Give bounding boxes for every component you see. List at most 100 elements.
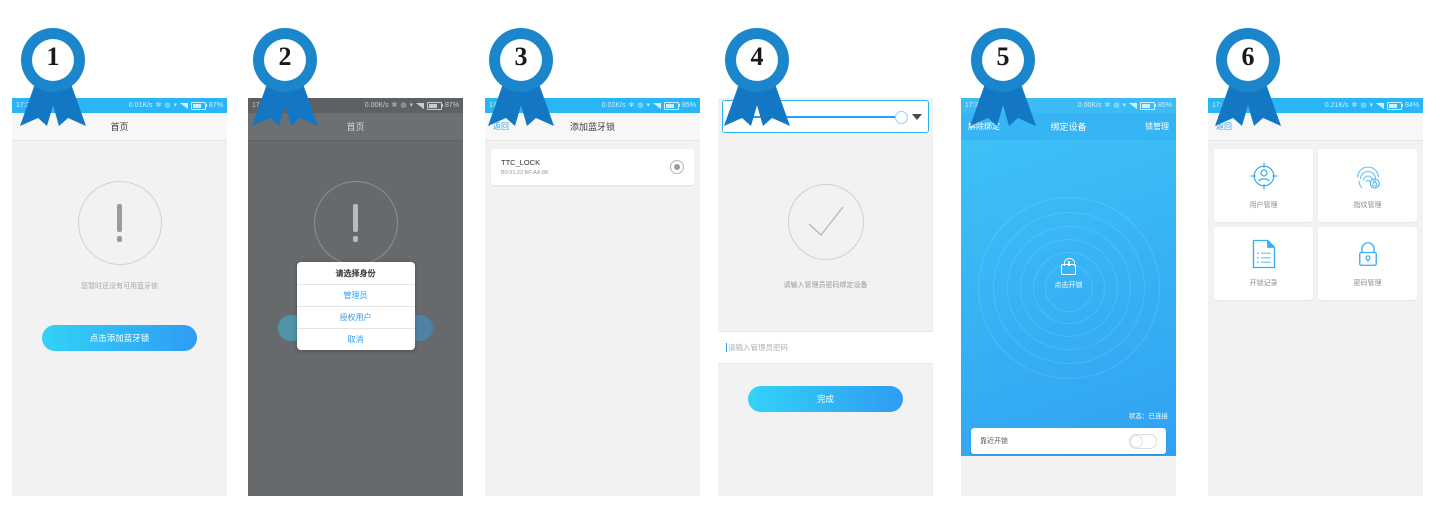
alarm-icon: ◍ — [164, 102, 171, 109]
admin-password-field[interactable]: 请输入管理员密码 — [718, 332, 933, 364]
status-netspeed: 0.01K/s — [128, 102, 153, 109]
bottom-spacer — [961, 456, 1176, 496]
badge-number: 4 — [750, 42, 764, 71]
status-battery-pct: 85% — [681, 102, 696, 109]
step-badge-4: 4 — [718, 26, 796, 126]
exclamation-icon — [313, 181, 398, 265]
step-badge-1: 1 — [14, 26, 92, 126]
tile-label: 用户管理 — [1249, 202, 1278, 209]
device-info: TTC_LOCK B0:91:22:BF:AA:88 — [501, 158, 670, 176]
step-badge-6: 6 — [1209, 26, 1287, 126]
lock-management-button[interactable]: 锁管理 — [1145, 121, 1169, 132]
phone-screen-6: 17:4 0.21K/s ✻ ◍ ▾ 84% 返回 用户管理 指纹管理 开锁记录… — [1208, 98, 1423, 496]
home-body-1: 您暂时还没有可用蓝牙锁 点击添加蓝牙锁 — [12, 141, 227, 496]
tile-user-management[interactable]: 用户管理 — [1214, 149, 1313, 222]
status-battery-pct: 84% — [1404, 102, 1419, 109]
identity-action-sheet: 请选择身份 管理员 授权用户 取消 — [296, 262, 415, 350]
text-caret — [726, 343, 727, 352]
document-list-icon — [1250, 239, 1278, 269]
step-badge-2: 2 — [246, 26, 324, 126]
action-sheet-title: 请选择身份 — [296, 262, 415, 285]
bind-instruction-text: 请输入管理员密码绑定设备 — [783, 282, 868, 289]
wifi-icon: ▾ — [646, 102, 650, 109]
padlock-key-icon — [1354, 239, 1382, 269]
screenshot-stage: 17:2 0.01K/s ✻ ◍ ▾ 87% 首页 您暂时还没有可用蓝牙锁 点击… — [0, 0, 1440, 519]
phone-screen-3: 17:3 0.02K/s ✻ ◍ ▾ 85% 返回 添加蓝牙锁 TTC_LOCK… — [485, 98, 700, 496]
tile-label: 密码管理 — [1353, 280, 1382, 287]
status-netspeed: 0.00K/s — [1077, 102, 1102, 109]
battery-icon — [426, 101, 443, 110]
signal-icon — [179, 102, 188, 109]
battery-icon — [663, 101, 680, 110]
signal-icon — [415, 102, 424, 109]
action-sheet-option-admin[interactable]: 管理员 — [296, 285, 415, 307]
alarm-icon: ◍ — [400, 102, 407, 109]
empty-state-text: 您暂时还没有可用蓝牙锁 — [81, 283, 158, 290]
step-badge-5: 5 — [964, 26, 1042, 126]
lock-management-grid: 用户管理 指纹管理 开锁记录 密码管理 — [1208, 141, 1423, 308]
phone-screen-5: 17:3 0.00K/s ✻ ◍ ▾ 85% 解除绑定 绑定设备 锁管理 点击开… — [961, 98, 1176, 496]
status-netspeed: 0.02K/s — [601, 102, 626, 109]
add-bluetooth-lock-button[interactable]: 点击添加蓝牙锁 — [42, 325, 197, 351]
bind-footer: 完成 — [718, 364, 933, 496]
status-battery-pct: 85% — [1157, 102, 1172, 109]
wifi-icon: ▾ — [409, 102, 413, 109]
user-target-icon — [1249, 161, 1279, 191]
status-right-group: 0.02K/s ✻ ◍ ▾ 85% — [602, 98, 696, 113]
alarm-icon: ◍ — [637, 102, 644, 109]
list-item[interactable]: TTC_LOCK B0:91:22:BF:AA:88 — [491, 149, 694, 185]
alarm-icon: ◍ — [1360, 102, 1367, 109]
status-battery-pct: 87% — [208, 102, 223, 109]
near-unlock-label: 靠近开锁 — [980, 438, 1008, 445]
tile-unlock-records[interactable]: 开锁记录 — [1214, 227, 1313, 300]
checkmark-icon — [787, 184, 864, 260]
near-unlock-row[interactable]: 靠近开锁 — [971, 428, 1166, 454]
status-right-group: 0.01K/s ✻ ◍ ▾ 87% — [129, 98, 223, 113]
device-list: TTC_LOCK B0:91:22:BF:AA:88 — [485, 141, 700, 193]
device-mac-address: B0:91:22:BF:AA:88 — [501, 170, 549, 176]
unlock-button[interactable]: 点击开锁 — [961, 258, 1176, 290]
done-button[interactable]: 完成 — [748, 386, 903, 412]
exclamation-icon — [77, 181, 162, 265]
fingerprint-icon — [1353, 161, 1383, 191]
phone-screen-1: 17:2 0.01K/s ✻ ◍ ▾ 87% 首页 您暂时还没有可用蓝牙锁 点击… — [12, 98, 227, 496]
bluetooth-icon: ✻ — [155, 102, 162, 109]
battery-icon — [1386, 101, 1403, 110]
near-unlock-toggle[interactable] — [1129, 433, 1157, 449]
unlock-body: 点击开锁 状态：已连接 靠近开锁 — [961, 140, 1176, 496]
tile-password-management[interactable]: 密码管理 — [1318, 227, 1417, 300]
badge-number: 1 — [46, 42, 60, 71]
phone-screen-4: 绑定设备 请输入管理员密码绑定设备 请输入管理员密码 完成 — [718, 98, 933, 496]
wifi-icon: ▾ — [173, 102, 177, 109]
status-right-group: 0.21K/s ✻ ◍ ▾ 84% — [1325, 98, 1419, 113]
badge-number: 3 — [514, 42, 528, 71]
tile-fingerprint-management[interactable]: 指纹管理 — [1318, 149, 1417, 222]
step-badge-3: 3 — [482, 26, 560, 126]
battery-icon — [190, 101, 207, 110]
status-right-group: 0.00K/s ✻ ◍ ▾ 87% — [365, 98, 459, 113]
device-select-radio[interactable] — [670, 160, 684, 174]
signal-icon — [1375, 102, 1384, 109]
device-name: TTC_LOCK — [501, 158, 541, 167]
unlock-label: 点击开锁 — [1054, 282, 1083, 289]
tile-label: 开锁记录 — [1249, 280, 1278, 287]
action-sheet-option-cancel[interactable]: 取消 — [297, 329, 415, 350]
signal-icon — [1128, 102, 1137, 109]
lock-icon — [1061, 258, 1076, 275]
alarm-icon: ◍ — [1113, 102, 1120, 109]
slider-knob[interactable] — [895, 110, 908, 124]
status-right-group: 0.00K/s ✻ ◍ ▾ 85% — [1078, 98, 1172, 113]
bluetooth-icon: ✻ — [1104, 102, 1111, 109]
wifi-icon: ▾ — [1122, 102, 1126, 109]
action-sheet-option-authorized-user[interactable]: 授权用户 — [296, 307, 415, 329]
connection-status-text: 状态：已连接 — [1129, 413, 1168, 420]
admin-password-placeholder: 请输入管理员密码 — [728, 343, 788, 352]
signal-icon — [652, 102, 661, 109]
badge-number: 6 — [1241, 42, 1255, 71]
bluetooth-icon: ✻ — [391, 102, 398, 109]
bluetooth-icon: ✻ — [1351, 102, 1358, 109]
chevron-down-icon[interactable] — [912, 113, 922, 120]
bind-status-area: 请输入管理员密码绑定设备 — [718, 134, 933, 332]
battery-icon — [1139, 101, 1156, 110]
status-netspeed: 0.21K/s — [1324, 102, 1349, 109]
